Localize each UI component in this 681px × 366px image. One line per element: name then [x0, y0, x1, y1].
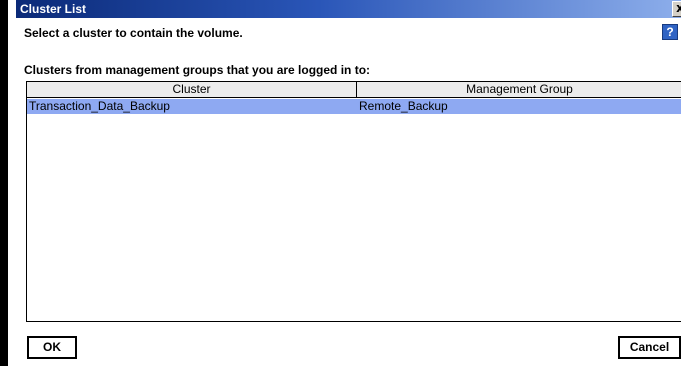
- close-icon[interactable]: x: [672, 1, 681, 17]
- title-bar: Cluster List x: [16, 0, 681, 18]
- window-title: Cluster List: [20, 2, 87, 16]
- column-header-management-group[interactable]: Management Group: [357, 82, 681, 97]
- cell-cluster[interactable]: Transaction_Data_Backup: [27, 99, 357, 114]
- cancel-button[interactable]: Cancel: [618, 336, 681, 359]
- column-header-cluster[interactable]: Cluster: [27, 82, 357, 97]
- list-caption: Clusters from management groups that you…: [24, 63, 371, 77]
- cell-management-group[interactable]: Remote_Backup: [357, 99, 681, 114]
- table-row[interactable]: Transaction_Data_Backup Remote_Backup: [27, 99, 681, 114]
- table-header: Cluster Management Group: [27, 82, 681, 98]
- ok-button[interactable]: OK: [27, 336, 77, 359]
- cluster-list-dialog: Cluster List x Select a cluster to conta…: [0, 0, 681, 366]
- help-icon[interactable]: ?: [662, 24, 678, 40]
- instruction-text: Select a cluster to contain the volume.: [24, 26, 243, 40]
- cluster-table: Cluster Management Group Transaction_Dat…: [26, 81, 681, 322]
